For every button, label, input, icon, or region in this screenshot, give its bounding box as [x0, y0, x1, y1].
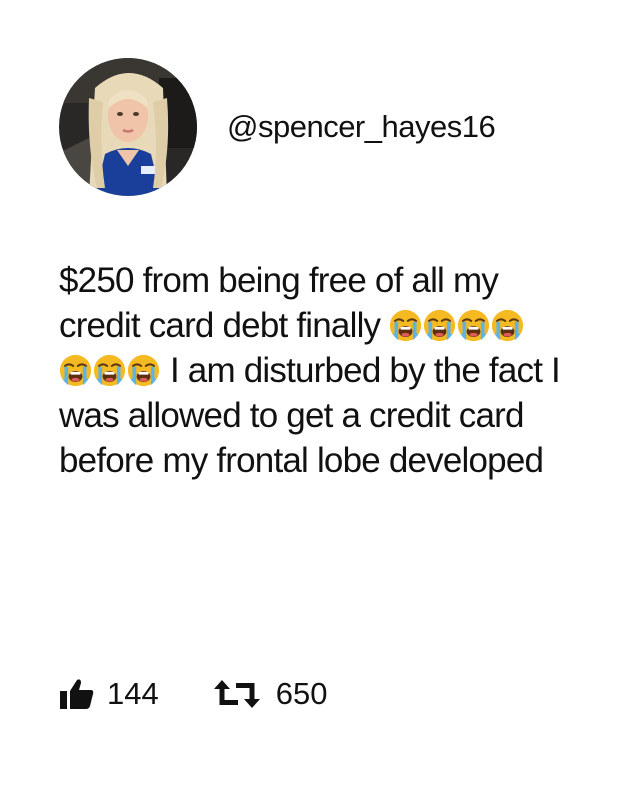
- thumbs-up-icon: [60, 679, 94, 709]
- retweet-count: 650: [275, 676, 328, 711]
- post-line: before my frontal lobe developed: [59, 438, 619, 483]
- retweet-button[interactable]: 650: [212, 676, 328, 712]
- post-line: was allowed to get a credit card: [59, 393, 619, 438]
- post-line-text: credit card debt finally: [59, 306, 381, 345]
- post-line-text: before my frontal lobe developed: [59, 441, 544, 480]
- post-header: @spencer_hayes16: [59, 58, 496, 196]
- avatar[interactable]: [59, 58, 197, 196]
- loudly-crying-face-icon: [59, 354, 92, 387]
- retweet-icon: [213, 680, 260, 708]
- post-line: credit card debt finally: [59, 303, 619, 348]
- loudly-crying-face-icon: [127, 354, 160, 387]
- emoji-group: [59, 351, 161, 390]
- emoji-group: [389, 306, 525, 345]
- post-line: I am disturbed by the fact I: [59, 348, 619, 393]
- loudly-crying-face-icon: [423, 309, 456, 342]
- engagement-stats: 144 650: [59, 676, 327, 712]
- post-text: $250 from being free of all my credit ca…: [59, 258, 619, 483]
- loudly-crying-face-icon: [389, 309, 422, 342]
- post-line-text: I am disturbed by the fact I: [169, 351, 561, 390]
- like-count: 144: [107, 676, 159, 711]
- post-line: $250 from being free of all my: [59, 258, 619, 303]
- loudly-crying-face-icon: [93, 354, 126, 387]
- loudly-crying-face-icon: [491, 309, 524, 342]
- like-button[interactable]: 144: [59, 676, 159, 712]
- loudly-crying-face-icon: [457, 309, 490, 342]
- post-line-text: $250 from being free of all my: [59, 261, 499, 300]
- profile-photo: [59, 58, 197, 196]
- user-handle[interactable]: @spencer_hayes16: [227, 109, 496, 145]
- post-line-text: was allowed to get a credit card: [59, 396, 524, 435]
